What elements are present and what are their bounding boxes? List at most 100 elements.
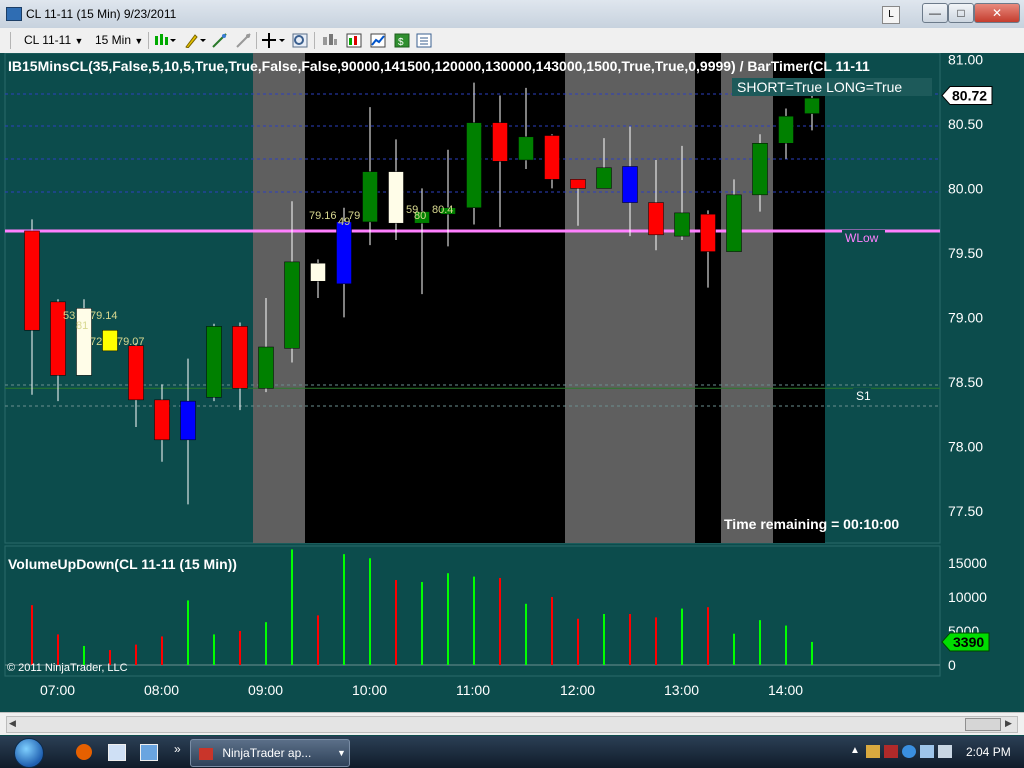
annotation-label: 79.07: [117, 336, 145, 348]
signal-text: SHORT=True LONG=True: [737, 79, 902, 95]
annotation-label: 49: [338, 216, 350, 228]
candle-body: [492, 122, 508, 162]
tray-arrow-icon[interactable]: ▲: [850, 745, 860, 756]
time-tick: 11:00: [456, 682, 490, 698]
drawing-pencil-icon[interactable]: [184, 33, 206, 49]
candle-body: [24, 230, 40, 331]
minimize-button[interactable]: —: [922, 3, 948, 23]
candle-body: [466, 122, 482, 208]
ninjatrader-task-button[interactable]: NinjaTrader ap... ▼: [190, 739, 350, 767]
chart-toolbar: CL 11-11 ▼ 15 Min ▼ $: [0, 28, 1024, 54]
candle-body: [778, 115, 794, 144]
strategies-icon[interactable]: [370, 33, 386, 48]
draw-objects-icon[interactable]: [212, 33, 228, 48]
crosshair-icon[interactable]: [262, 33, 285, 48]
volume-icon[interactable]: [938, 745, 952, 758]
firefox-icon[interactable]: [76, 744, 92, 760]
tray-icon[interactable]: [866, 745, 880, 758]
candle-body: [128, 345, 144, 401]
tray-icon[interactable]: [884, 745, 898, 758]
candlestick-icon: [155, 34, 176, 45]
candle-body: [284, 261, 300, 349]
price-tick: 77.50: [948, 503, 983, 519]
last-volume-label: 3390: [953, 634, 984, 650]
candle-body: [596, 167, 612, 189]
scroll-left-arrow[interactable]: ◀: [9, 718, 16, 729]
time-tick: 09:00: [248, 682, 283, 698]
chevron-down-icon: ▼: [74, 36, 84, 46]
chart-style-icon[interactable]: [154, 33, 176, 48]
app-shortcut-icon[interactable]: [140, 744, 158, 761]
time-tick: 07:00: [40, 682, 75, 698]
zoom-icon[interactable]: [292, 33, 308, 48]
data-series-icon[interactable]: [322, 33, 338, 48]
volume-title: VolumeUpDown(CL 11-11 (15 Min)): [8, 556, 237, 572]
time-tick: 13:00: [664, 682, 699, 698]
annotation-label: 80: [414, 210, 426, 222]
annotation-label: 53: [63, 310, 75, 322]
toolbar-separator: [148, 32, 149, 49]
candle-body: [700, 213, 716, 252]
link-button[interactable]: L: [882, 6, 900, 24]
candle-body: [310, 262, 326, 282]
candle-body: [570, 179, 586, 189]
interval-selector[interactable]: 15 Min ▼: [95, 32, 143, 49]
candle-body: [388, 171, 404, 224]
start-button[interactable]: [14, 738, 44, 768]
chart-scroll-area: ◀ ▶: [0, 712, 1024, 735]
scroll-right-arrow[interactable]: ▶: [1005, 718, 1012, 729]
price-tick: 80.50: [948, 116, 983, 132]
time-tick: 12:00: [560, 682, 595, 698]
annotation-label: 79.16: [309, 210, 337, 222]
maximize-button[interactable]: □: [948, 3, 974, 23]
session-shade: [721, 53, 773, 543]
instrument-selector[interactable]: CL 11-11 ▼: [24, 32, 83, 49]
candle-body: [362, 171, 378, 223]
properties-icon[interactable]: [416, 33, 432, 48]
toolbar-separator: [314, 32, 315, 49]
time-tick: 10:00: [352, 682, 387, 698]
horizontal-scrollbar[interactable]: ◀ ▶: [6, 716, 1018, 733]
candle-body: [674, 212, 690, 237]
candle-body: [206, 326, 222, 398]
candle-body: [180, 400, 196, 441]
annotation-label: 81: [76, 320, 88, 332]
task-label: NinjaTrader ap...: [222, 746, 312, 760]
chart-trader-icon[interactable]: $: [394, 33, 410, 48]
price-chart[interactable]: 53 79.14 81 72 79.07 79.16 79 49 59 80.4…: [0, 53, 1024, 713]
volume-tick: 15000: [948, 555, 987, 571]
close-button[interactable]: ✕: [974, 3, 1020, 23]
candle-body: [258, 346, 274, 389]
instrument-label: CL 11-11: [24, 33, 72, 47]
candle: [102, 329, 118, 352]
indicator-title: IB15MinsCL(35,False,5,10,5,True,True,Fal…: [8, 58, 870, 74]
tray-icon[interactable]: [902, 745, 916, 758]
candle-body: [622, 166, 638, 203]
price-tick: 78.50: [948, 374, 983, 390]
time-tick: 14:00: [768, 682, 803, 698]
taskbar-clock[interactable]: 2:04 PM: [966, 745, 1011, 759]
chevron-down-icon: ▼: [134, 36, 144, 46]
toolbar-separator: [256, 32, 257, 49]
copyright-text: © 2011 NinjaTrader, LLC: [7, 662, 128, 674]
network-icon[interactable]: [920, 745, 934, 758]
price-tick: 80.00: [948, 180, 983, 196]
scroll-thumb[interactable]: [965, 718, 1001, 731]
candle-body: [648, 202, 664, 236]
indicators-icon[interactable]: [346, 33, 362, 48]
price-tick: 81.00: [948, 53, 983, 67]
candle-body: [336, 221, 352, 285]
candle-body: [154, 399, 170, 441]
last-price-label: 80.72: [952, 88, 987, 104]
more-icon[interactable]: »: [174, 742, 181, 756]
annotation-label: 80.4: [432, 204, 453, 216]
price-tick: 78.00: [948, 438, 983, 454]
last-price-marker: 80.72: [941, 86, 993, 106]
candle-body: [752, 143, 768, 196]
price-tick: 79.50: [948, 245, 983, 261]
window-manager-icon[interactable]: [108, 744, 126, 761]
app-icon: [6, 7, 22, 21]
remove-objects-icon[interactable]: [236, 33, 252, 48]
annotation-label: 72: [90, 336, 102, 348]
volume-tick: 0: [948, 657, 956, 673]
